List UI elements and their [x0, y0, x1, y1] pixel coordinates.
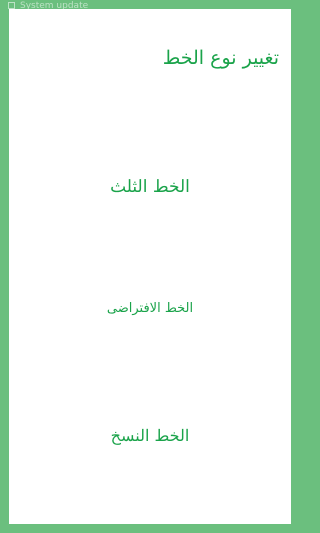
font-type-dialog: تغيير نوع الخط الخط الثلث الخط الافتراضى…: [9, 9, 291, 524]
notification-square-icon: [8, 2, 15, 9]
font-option-default[interactable]: الخط الافتراضى: [9, 301, 291, 316]
font-option-naskh[interactable]: الخط النسخ: [9, 426, 291, 445]
dialog-title: تغيير نوع الخط: [162, 47, 279, 69]
font-option-thuluth[interactable]: الخط الثلث: [9, 177, 291, 197]
